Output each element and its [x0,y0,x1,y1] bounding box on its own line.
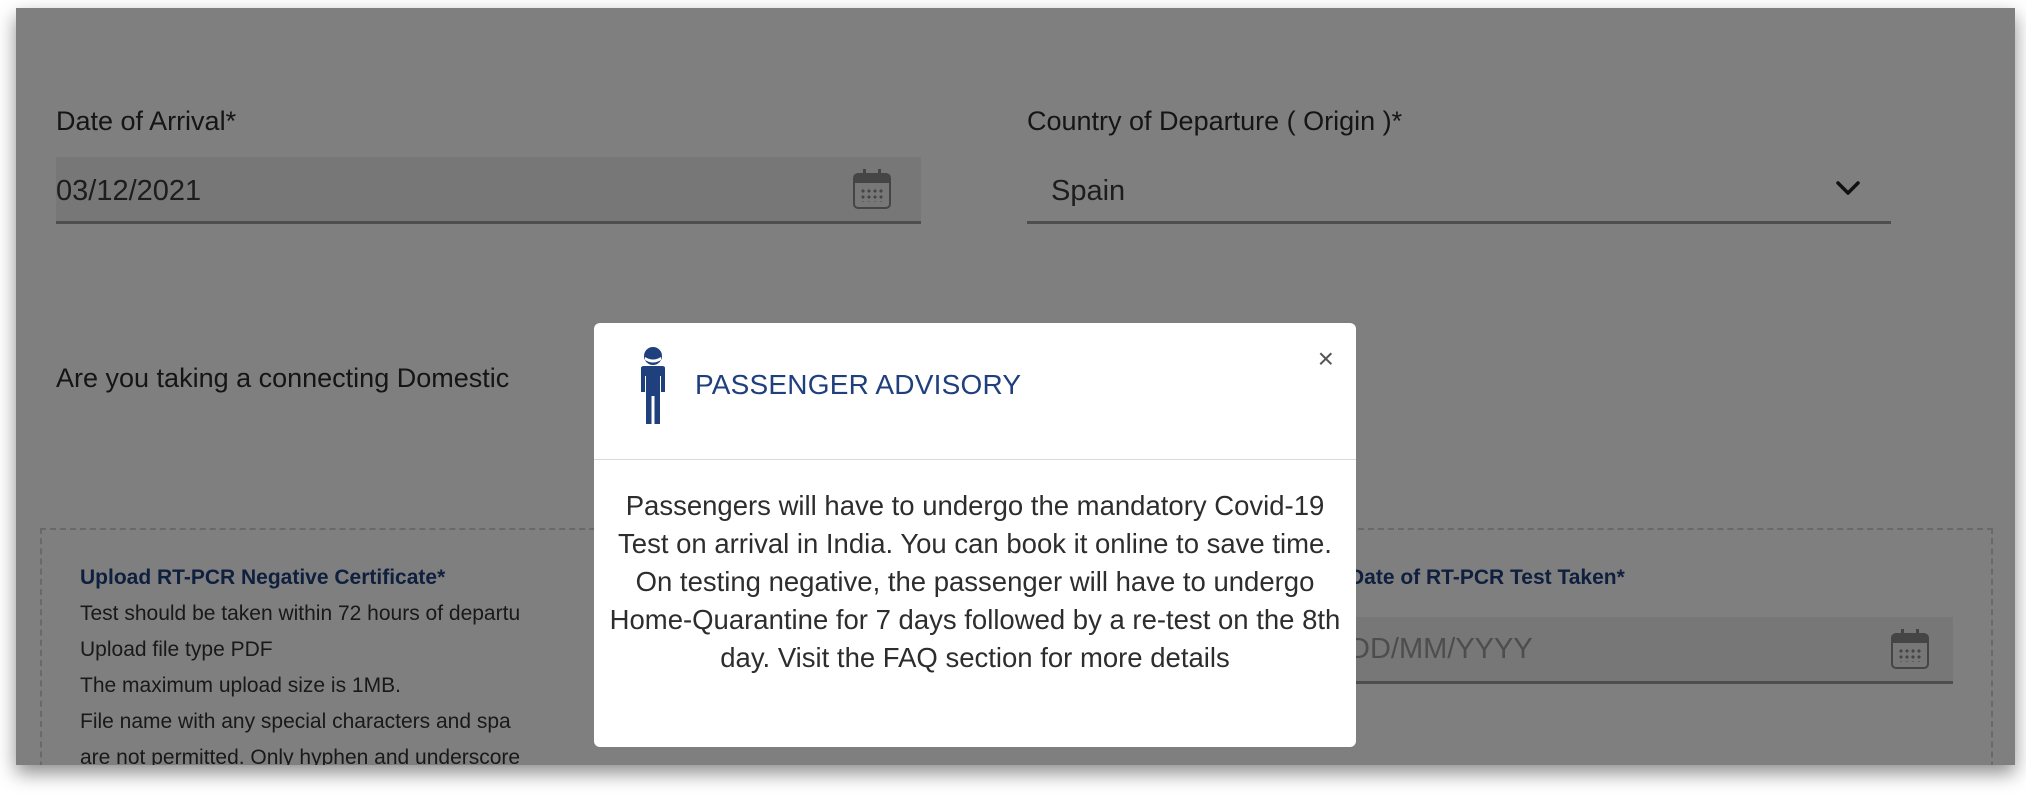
browser-viewport: Date of Arrival* 03/12/2021 Country of D… [16,8,2015,765]
passenger-mask-icon [641,347,665,424]
close-icon[interactable]: × [1318,345,1334,373]
modal-header: PASSENGER ADVISORY × [594,323,1356,460]
passenger-advisory-modal: PASSENGER ADVISORY × Passengers will hav… [594,323,1356,747]
advisory-message: Passengers will have to undergo the mand… [609,490,1341,673]
modal-title: PASSENGER ADVISORY [695,369,1022,400]
